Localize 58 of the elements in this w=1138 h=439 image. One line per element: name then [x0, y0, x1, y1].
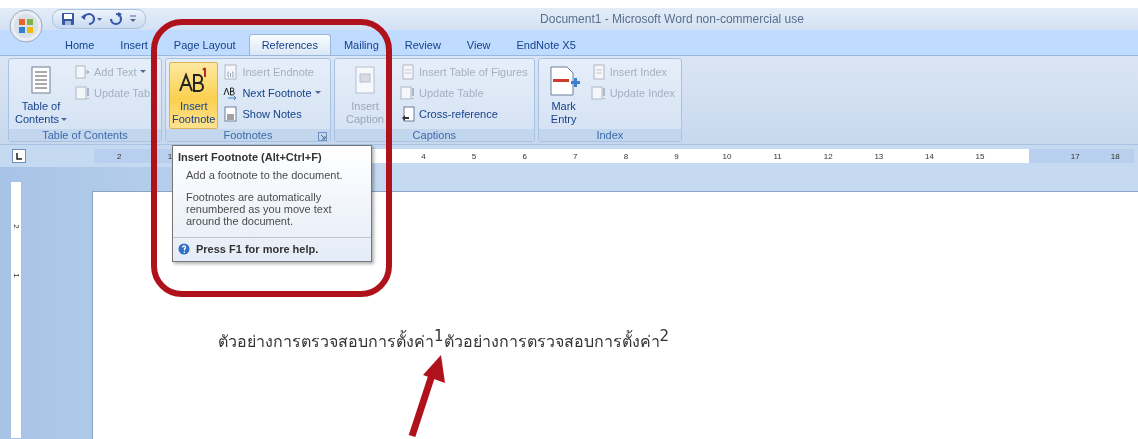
ribbon-button[interactable]: Cross-reference — [398, 104, 530, 123]
tooltip-text: Footnotes are automatically renumbered as you move text around the document. — [185, 191, 333, 227]
ribbon-tab[interactable]: View — [462, 34, 495, 55]
ribbon-tab[interactable]: References — [248, 34, 331, 55]
group-label: Captions — [412, 129, 457, 141]
ribbon-tab[interactable]: Review — [400, 34, 445, 55]
large-button[interactable]: Mark Entry — [541, 62, 586, 129]
tooltip-text: Add a footnote to the document. — [185, 169, 344, 181]
help-text: Press F1 for more help. — [196, 243, 319, 255]
ribbon-tab[interactable]: Home — [61, 34, 99, 55]
customize-icon[interactable] — [129, 14, 137, 24]
cross-reference-icon — [400, 105, 416, 122]
ruler-number: 10 — [722, 151, 732, 161]
ribbon-tab[interactable]: Insert — [116, 34, 152, 55]
ruler-number: 18 — [1110, 151, 1120, 161]
ruler-number: 2 — [11, 224, 21, 229]
tab-stop-icon — [15, 152, 23, 160]
ruler-number: 5 — [471, 151, 477, 161]
group-label: Table of Contents — [42, 129, 128, 141]
ruler-number: 12 — [823, 151, 833, 161]
ribbon-tab[interactable]: EndNote X5 — [512, 34, 580, 55]
add-text-icon — [75, 63, 92, 80]
save-icon[interactable] — [61, 12, 75, 26]
update-icon — [590, 84, 607, 101]
ruler-number: 11 — [773, 151, 782, 161]
ruler-number: 13 — [874, 151, 884, 161]
ruler-number: 4 — [421, 151, 426, 161]
group-label: Footnotes — [223, 129, 273, 141]
ruler-number: 8 — [623, 151, 629, 161]
ribbon-tab[interactable]: Mailing — [339, 34, 383, 55]
window-title: Document1 - Microsoft Word non-commercial use — [539, 12, 805, 26]
large-button[interactable]: Table of Contents — [12, 62, 71, 129]
help-icon — [178, 243, 190, 255]
ruler-number: 1 — [167, 151, 173, 161]
notes-icon — [223, 105, 240, 122]
ruler-number: 15 — [975, 151, 985, 161]
redo-icon[interactable] — [109, 12, 123, 26]
endnote-icon — [223, 63, 240, 80]
undo-icon[interactable] — [81, 12, 103, 26]
update-icon — [400, 84, 416, 101]
ruler-number: 6 — [522, 151, 527, 161]
ruler-number: 17 — [1070, 151, 1080, 161]
ruler-number: 2 — [117, 151, 122, 161]
ruler-number: 1 — [11, 273, 21, 278]
tooltip-title: Insert Footnote (Alt+Ctrl+F) — [177, 150, 323, 165]
ruler-number: 9 — [674, 151, 679, 161]
ruler-number: 14 — [924, 151, 934, 161]
document-icon — [400, 63, 416, 80]
ribbon-button[interactable]: Show Notes — [221, 104, 323, 123]
tab-selector[interactable] — [12, 149, 26, 163]
large-button[interactable]: Insert Footnote — [169, 62, 219, 129]
update-icon — [75, 84, 92, 101]
document-icon — [590, 63, 607, 80]
ribbon-tab[interactable]: Page Layout — [169, 34, 240, 55]
ruler-number: 7 — [573, 151, 578, 161]
group-label: Index — [596, 129, 624, 141]
ribbon-button[interactable]: Next Footnote — [221, 83, 323, 102]
dialog-launcher-icon[interactable] — [318, 132, 327, 141]
